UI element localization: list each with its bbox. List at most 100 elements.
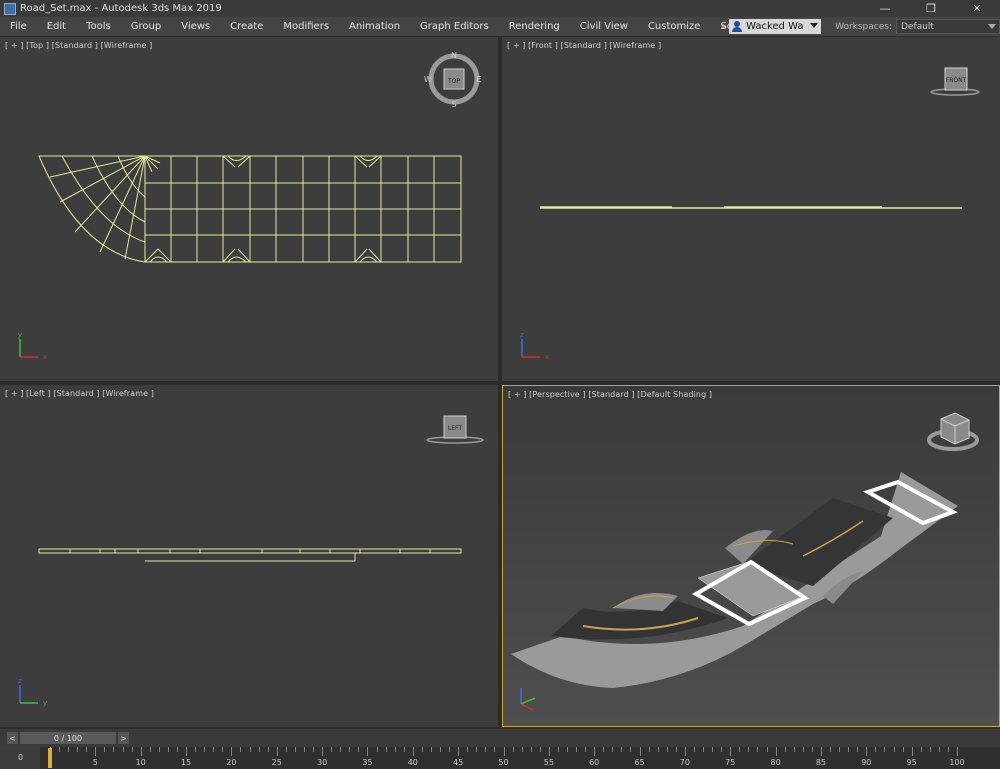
viewcube-perspective[interactable] (927, 412, 979, 451)
workspace-value: Default (901, 21, 934, 32)
menu-animation[interactable]: Animation (339, 21, 410, 32)
ruler-tick (394, 747, 396, 752)
ruler-tick (204, 747, 206, 752)
ruler-tick (929, 747, 931, 752)
ruler-tick (231, 747, 233, 756)
axis-z-label: z (18, 677, 22, 685)
viewport-perspective[interactable]: [ + ] [Perspective ] [Standard ] [Defaul… (502, 385, 1000, 727)
ruler-tick (104, 747, 106, 752)
current-frame-marker[interactable] (48, 748, 52, 768)
menu-bar: File Edit Tools Group Views Create Modif… (0, 17, 1000, 36)
ruler-tick (403, 747, 405, 752)
ruler-label: 55 (543, 758, 554, 767)
ruler-tick (911, 747, 913, 756)
next-frame-button[interactable]: > (118, 732, 129, 744)
menu-civil-view[interactable]: Civil View (570, 21, 638, 32)
prev-frame-button[interactable]: < (7, 732, 18, 744)
ruler-tick (811, 747, 813, 752)
menu-overflow-button[interactable]: » (721, 22, 727, 32)
ruler-tick (920, 747, 922, 752)
ruler-tick (340, 747, 342, 752)
ruler-tick (367, 747, 369, 756)
compass-w: W (424, 75, 432, 84)
ruler-tick (158, 747, 160, 752)
ruler-tick (294, 747, 296, 752)
ruler-tick (77, 747, 79, 752)
time-slider[interactable]: 0 / 100 (20, 732, 116, 744)
ruler-tick (322, 747, 324, 756)
ruler-tick (839, 747, 841, 752)
ruler-tick (793, 747, 795, 752)
ruler-tick (902, 747, 904, 752)
maximize-button[interactable]: ❒ (908, 0, 954, 17)
menu-group[interactable]: Group (121, 21, 171, 32)
user-account-dropdown[interactable]: Wacked Wa (729, 19, 822, 34)
close-button[interactable]: ✕ (954, 0, 1000, 17)
ruler-tick (358, 747, 360, 752)
ruler-tick (548, 747, 550, 756)
ruler-tick (512, 747, 514, 752)
ruler-tick (476, 747, 478, 752)
ruler-tick (240, 747, 242, 752)
ruler-label: 10 (135, 758, 146, 767)
viewport-front[interactable]: [ + ] [Front ] [Standard ] [Wireframe ] … (502, 37, 1000, 381)
menu-create[interactable]: Create (220, 21, 273, 32)
menu-customize[interactable]: Customize (638, 21, 711, 32)
ruler-tick (639, 747, 641, 756)
menu-modifiers[interactable]: Modifiers (273, 21, 339, 32)
ruler-tick (59, 747, 61, 752)
compass-n: N (451, 51, 457, 60)
ruler-tick (766, 747, 768, 752)
front-road-wireframe (540, 206, 962, 209)
viewport-left[interactable]: [ + ] [Left ] [Standard ] [Wireframe ] L… (0, 385, 498, 727)
menu-edit[interactable]: Edit (37, 21, 76, 32)
menu-tools[interactable]: Tools (76, 21, 121, 32)
ruler-tick (621, 747, 623, 752)
ruler-label: 95 (906, 758, 917, 767)
ruler-tick (467, 747, 469, 752)
compass-e: E (476, 75, 481, 84)
viewport-top[interactable]: [ + ] [Top ] [Standard ] [Wireframe ] TO… (0, 37, 498, 381)
user-icon (732, 21, 743, 32)
ruler-tick (458, 747, 460, 756)
ruler-tick (630, 747, 632, 752)
ruler-tick (657, 747, 659, 752)
workspaces-dropdown[interactable]: Default (896, 19, 1000, 34)
ruler-label: 90 (861, 758, 872, 767)
perspective-canvas (511, 412, 979, 711)
ruler-tick (530, 747, 532, 752)
ruler-label: 20 (226, 758, 237, 767)
ruler-tick (331, 747, 333, 752)
ruler-tick (539, 747, 541, 752)
ruler-start-cell: 0 (0, 747, 40, 769)
minimize-button[interactable]: — (862, 0, 908, 17)
ruler-tick (857, 747, 859, 752)
ruler-tick (712, 747, 714, 752)
ruler-tick (830, 747, 832, 752)
ruler-tick (848, 747, 850, 752)
ruler-tick (730, 747, 732, 756)
ruler-tick (113, 747, 115, 752)
ruler-tick (866, 747, 868, 756)
menu-graph-editors[interactable]: Graph Editors (410, 21, 499, 32)
ruler-tick (802, 747, 804, 752)
menu-right-group: » Wacked Wa Workspaces: Default (721, 17, 1000, 36)
chevron-down-icon (810, 23, 819, 28)
ruler-tick (947, 747, 949, 752)
ruler-tick (693, 747, 695, 752)
axis-z-label: z (520, 331, 524, 339)
top-wireframe-canvas: TOP N S E W y x (18, 51, 482, 361)
ruler-label: 30 (317, 758, 328, 767)
ruler-tick (494, 747, 496, 752)
ruler-label: 25 (271, 758, 282, 767)
track-bar-ruler[interactable]: 0 5 10 15 20 25 30 35 40 45 50 55 60 65 70 75 80 85 90 95 1… (0, 747, 1000, 769)
menu-views[interactable]: Views (171, 21, 220, 32)
ruler-tick (140, 747, 142, 756)
ruler-tick (666, 747, 668, 752)
ruler-tick (222, 747, 224, 752)
axis-tripod-icon (19, 685, 38, 704)
window-controls: — ❒ ✕ (862, 0, 1000, 17)
menu-file[interactable]: File (0, 21, 37, 32)
timeline: < 0 / 100 > 0 5 10 15 20 25 30 35 40 45 50 55 60 65 7… (0, 729, 1000, 769)
menu-rendering[interactable]: Rendering (499, 21, 570, 32)
